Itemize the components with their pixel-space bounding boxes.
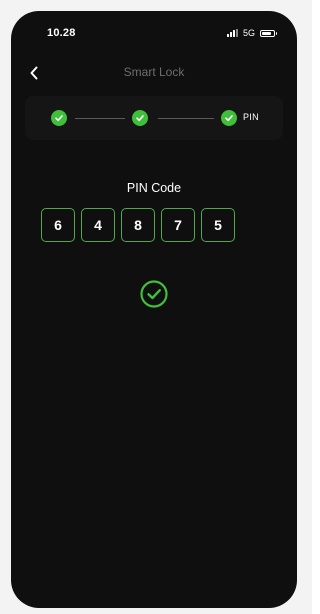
battery-icon [260, 29, 277, 37]
status-icons: 5G [226, 27, 277, 39]
pin-digit[interactable]: 8 [121, 208, 155, 242]
pin-title: PIN Code [126, 181, 182, 195]
phone-screen: 10.28 5G Smart Lock PIN PIN Code 6 4 8 7… [11, 11, 297, 608]
pin-input-group[interactable]: 6 4 8 7 5 [41, 208, 235, 242]
step-connector [75, 118, 125, 119]
step-2-check-icon [132, 110, 148, 126]
step-connector [158, 118, 214, 119]
pin-digit[interactable]: 7 [161, 208, 195, 242]
signal-icon [226, 29, 238, 37]
status-time: 10.28 [47, 27, 76, 39]
network-type: 5G [242, 28, 255, 38]
check-circle-icon [140, 280, 168, 308]
pin-digit[interactable]: 4 [81, 208, 115, 242]
step-3-check-icon [221, 110, 237, 126]
step-1-check-icon [51, 110, 67, 126]
pin-digit[interactable]: 6 [41, 208, 75, 242]
step-3-label: PIN [243, 112, 259, 122]
page-title: Smart Lock [123, 65, 185, 79]
pin-digit[interactable]: 5 [201, 208, 235, 242]
device-frame: 10.28 5G Smart Lock PIN PIN Code 6 4 8 7… [0, 0, 312, 614]
progress-stepper: PIN [25, 96, 283, 140]
